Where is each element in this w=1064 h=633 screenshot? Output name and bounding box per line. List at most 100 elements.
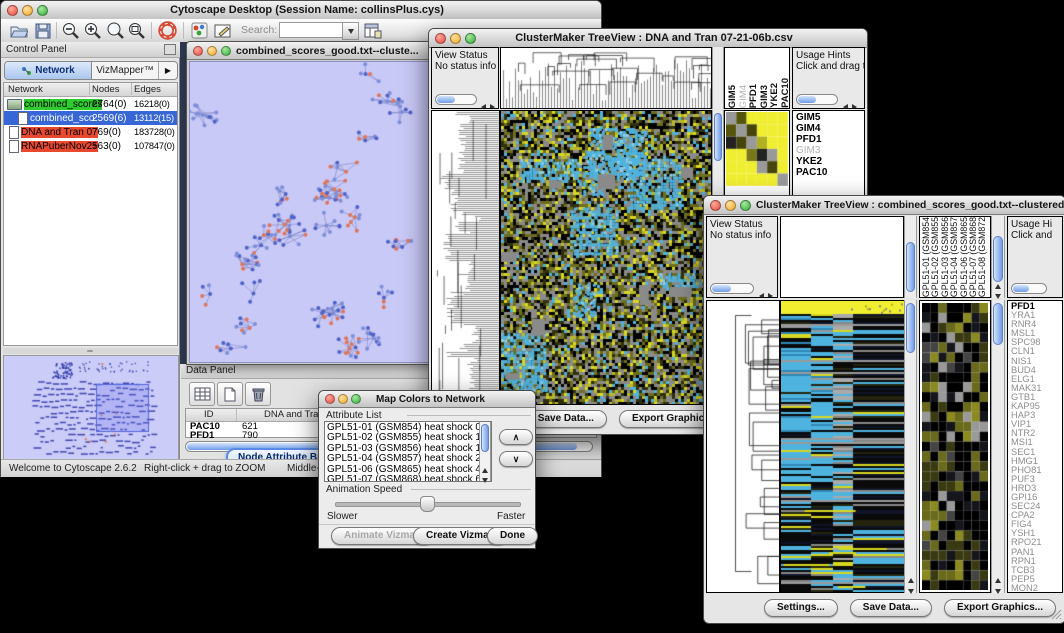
scroll-right-icon[interactable] (768, 286, 773, 298)
tv2-row-dendrogram[interactable] (706, 300, 780, 593)
col-header-network[interactable]: Network (8, 84, 43, 95)
help-lifering-icon[interactable] (157, 21, 177, 40)
tv2-heatmap[interactable] (780, 300, 906, 593)
tv2-gene-label[interactable]: MON2 (1011, 584, 1062, 593)
tv1-heatmap[interactable] (500, 110, 712, 405)
tv1-gene-label[interactable]: GIM4 (796, 123, 864, 134)
tv2-column-label[interactable]: GPL51-02 (GSM855) (931, 216, 940, 297)
search-dropdown-button[interactable] (342, 22, 359, 40)
minimize-button[interactable] (22, 5, 33, 16)
treeview1-title-bar[interactable]: ClusterMaker TreeView : DNA and Tran 07-… (429, 29, 867, 48)
zoom-button[interactable] (351, 394, 361, 404)
tv2-labels-scrollbar[interactable] (991, 216, 1005, 298)
scroll-left-icon[interactable] (759, 286, 764, 298)
tv2-zoom-scrollbar[interactable] (991, 300, 1005, 593)
tv2-column-dendrogram[interactable] (780, 216, 904, 298)
tv2-status-scrollbar[interactable] (710, 283, 754, 294)
tv2-column-label[interactable]: GPL51-04 (GSM857) (950, 216, 959, 297)
tab-vizmapper[interactable]: VizMapper™ (92, 62, 159, 79)
tv2-top-scrollbar[interactable] (904, 216, 917, 298)
zoom-button[interactable] (740, 200, 751, 211)
tab-network[interactable]: Network (5, 62, 92, 79)
close-button[interactable] (325, 394, 335, 404)
zoom-selected-icon[interactable] (127, 21, 147, 40)
col-header-edges[interactable]: Edges (134, 84, 161, 95)
speed-slider-thumb[interactable] (420, 496, 435, 512)
tv1-gene-label[interactable]: YKE2 (796, 156, 864, 167)
tv1-gene-label[interactable]: PFD1 (796, 134, 864, 145)
tv2-button[interactable]: Settings... (764, 599, 838, 617)
annotation-icon[interactable] (213, 21, 233, 40)
save-icon[interactable] (33, 21, 53, 40)
zoom-fit-icon[interactable] (105, 21, 125, 40)
network-canvas-1[interactable] (189, 61, 430, 363)
search-input[interactable] (279, 22, 343, 38)
main-title-bar[interactable]: Cytoscape Desktop (Session Name: collins… (1, 1, 601, 20)
tv1-zoom-matrix[interactable] (726, 112, 788, 186)
new-attribute-icon[interactable] (217, 382, 243, 406)
tv1-gene-label[interactable]: GIM5 (796, 112, 864, 123)
tv1-gene-label[interactable]: PAC10 (796, 167, 864, 178)
tv2-zoom-matrix[interactable] (922, 303, 988, 590)
close-button[interactable] (710, 200, 721, 211)
tv2-hints-scrollbar[interactable] (1011, 283, 1047, 294)
network-list-row[interactable]: combined_sco2569(6)13112(15) (4, 111, 177, 125)
tv1-column-label[interactable]: PAC10 (781, 78, 791, 108)
close-button[interactable] (193, 46, 203, 56)
zoom-out-icon[interactable] (61, 21, 81, 40)
attribute-select-icon[interactable] (189, 382, 215, 406)
zoom-button[interactable] (465, 33, 476, 44)
scroll-down-icon[interactable] (482, 470, 488, 488)
tv1-gene-label[interactable]: GIM3 (796, 145, 864, 156)
scroll-down-icon[interactable] (908, 581, 914, 599)
minimize-button[interactable] (725, 200, 736, 211)
tv1-column-label[interactable]: PFD1 (749, 84, 760, 108)
zoom-button[interactable] (37, 5, 48, 16)
dialog-title-bar[interactable]: Map Colors to Network (319, 391, 535, 408)
tv2-vscrollbar[interactable] (904, 300, 917, 593)
move-down-button[interactable]: ∨ (499, 451, 533, 467)
col-header-nodes[interactable]: Nodes (92, 84, 119, 95)
attribute-browser-icon[interactable] (363, 21, 383, 40)
minimize-button[interactable] (450, 33, 461, 44)
scroll-left-icon[interactable] (481, 97, 486, 109)
scroll-right-icon[interactable] (852, 97, 857, 109)
minimize-button[interactable] (338, 394, 348, 404)
tv1-column-dendrogram[interactable] (500, 47, 712, 109)
resize-grip-icon[interactable] (1050, 608, 1062, 620)
tv2-button[interactable]: Export Graphics... (944, 599, 1056, 617)
tv1-column-label[interactable]: YKE2 (770, 83, 781, 108)
network-list-row[interactable]: DNA and Tran 07769(0)183728(0) (4, 125, 177, 139)
network-list-row[interactable]: combined_scores2764(0)16218(0) (4, 97, 177, 111)
tv1-top-scrollbar[interactable] (712, 47, 724, 109)
treeview2-title-bar[interactable]: ClusterMaker TreeView : combined_scores_… (704, 196, 1064, 215)
network-list-row[interactable]: RNAPuberNov2+563(0)107847(0) (4, 139, 177, 153)
close-button[interactable] (435, 33, 446, 44)
close-button[interactable] (7, 5, 18, 16)
tv1-button[interactable]: Save Data... (525, 410, 607, 428)
panel-splitter[interactable] (3, 348, 178, 354)
zoom-in-icon[interactable] (83, 21, 103, 40)
delete-attribute-icon[interactable] (245, 382, 271, 406)
scroll-down-icon[interactable] (995, 581, 1001, 599)
tv2-column-label[interactable]: GPL51-08 (GSM872) (978, 216, 987, 297)
minimize-button[interactable] (207, 46, 217, 56)
tv1-status-scrollbar[interactable] (435, 94, 477, 105)
open-file-icon[interactable] (9, 21, 29, 40)
attribute-list-scrollbar[interactable] (479, 422, 491, 481)
vizmapper-icon[interactable] (189, 21, 209, 40)
tv1-hints-scrollbar[interactable] (796, 94, 838, 105)
birdseye-overview[interactable] (3, 355, 179, 461)
zoom-button[interactable] (221, 46, 231, 56)
data-col-id[interactable]: ID (204, 409, 214, 420)
tv1-row-dendrogram[interactable] (431, 110, 500, 405)
tv2-button[interactable]: Save Data... (850, 599, 932, 617)
tv1-column-label[interactable]: GIM5 (728, 85, 739, 108)
move-up-button[interactable]: ∧ (499, 429, 533, 445)
tab-overflow-button[interactable]: ▶ (159, 62, 177, 79)
scroll-right-icon[interactable] (490, 97, 495, 109)
done-button[interactable]: Done (487, 527, 538, 545)
float-panel-icon[interactable] (164, 44, 176, 55)
scroll-left-icon[interactable] (843, 97, 848, 109)
attribute-list-item[interactable]: GPL51-07 (GSM868) heat shock 60 min (327, 475, 489, 482)
